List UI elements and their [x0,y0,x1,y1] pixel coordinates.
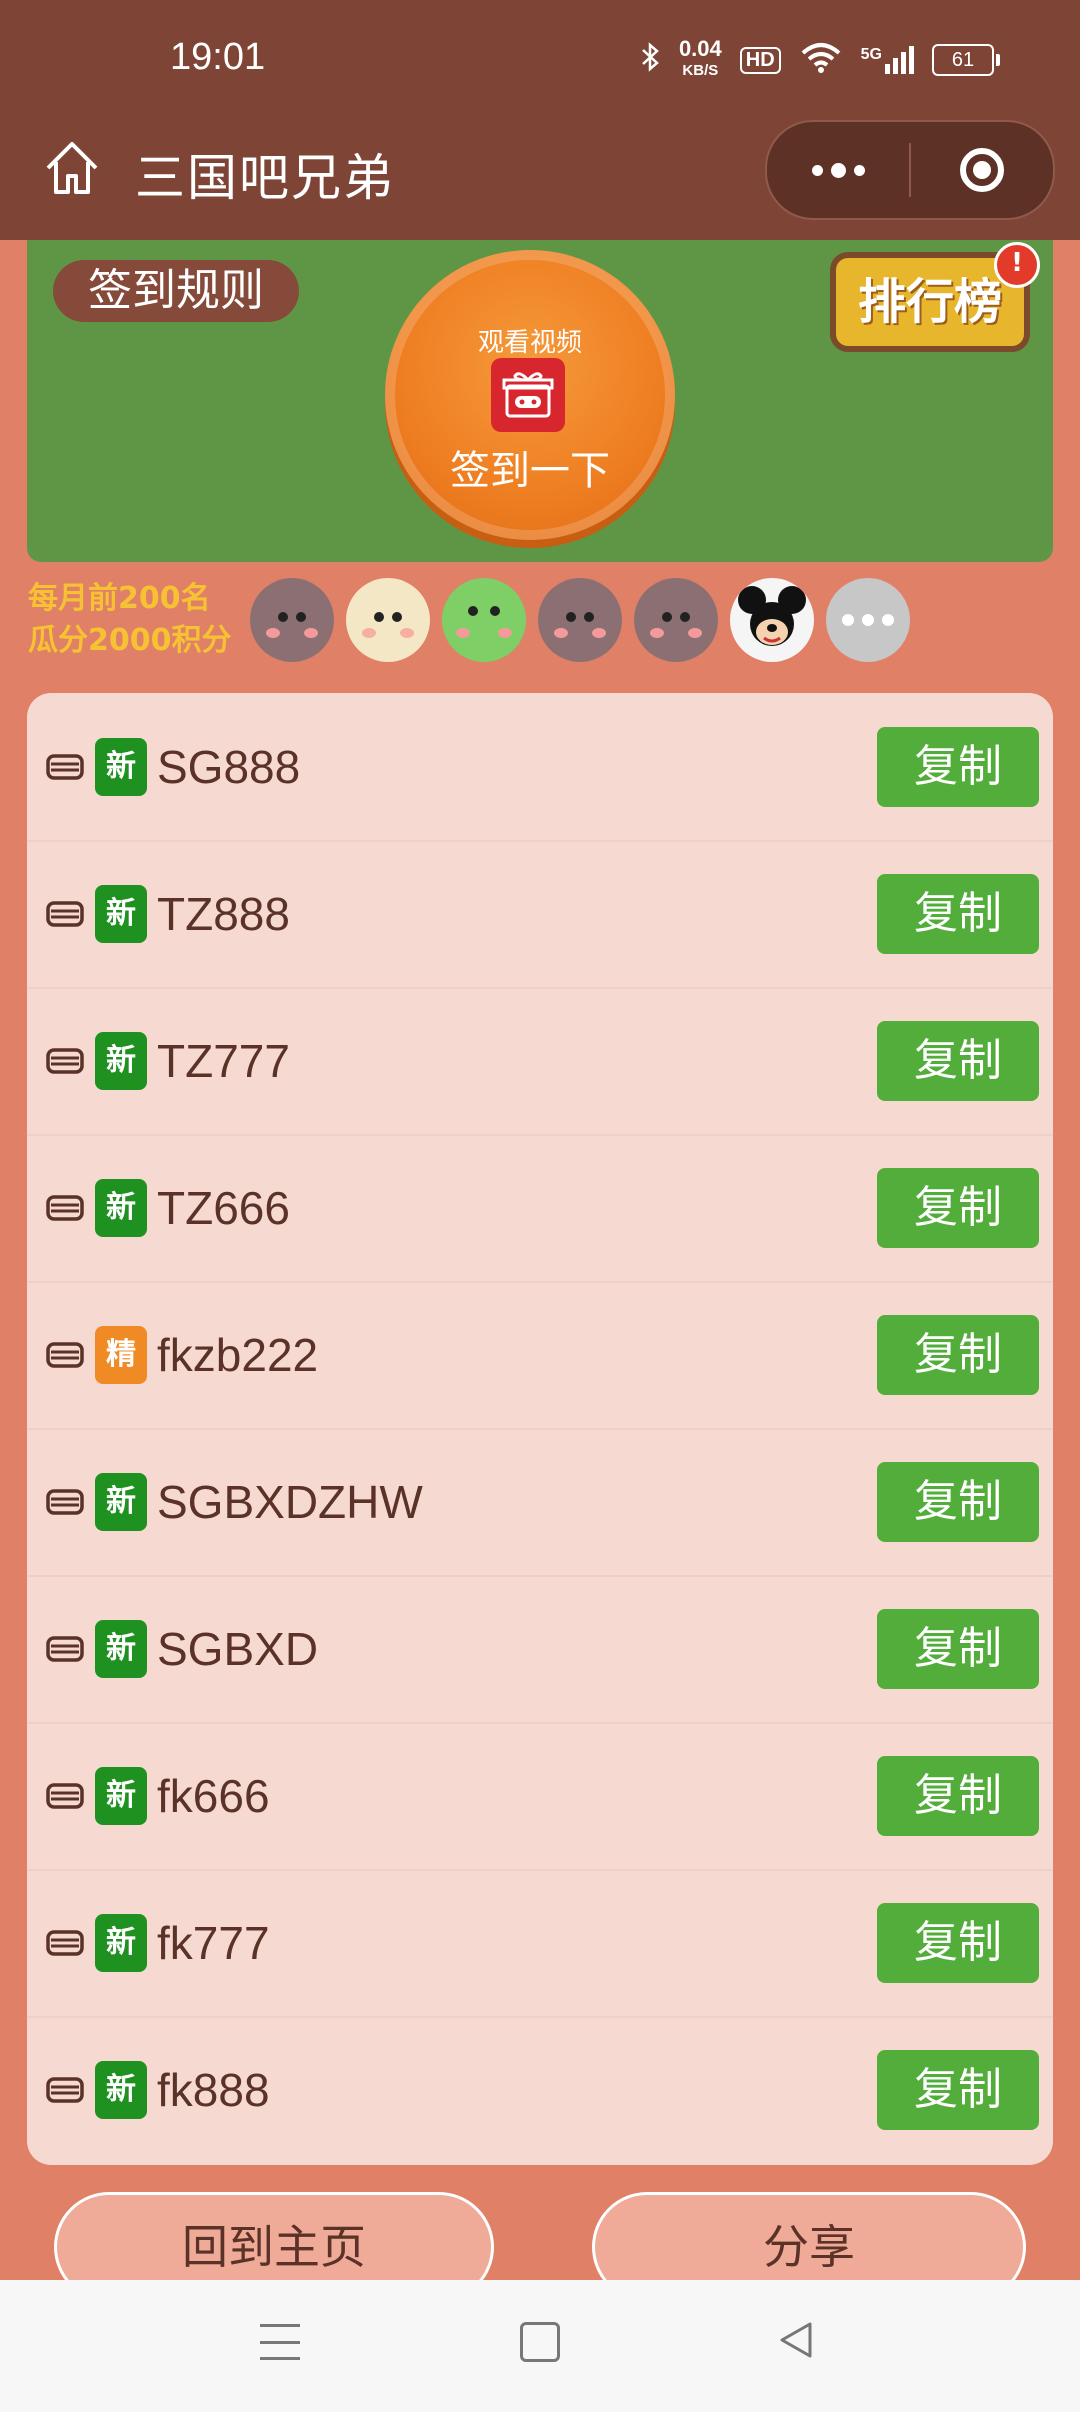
gift-code: TZ777 [157,1034,290,1087]
back-icon[interactable] [776,2320,816,2360]
new-badge: 新 [95,884,147,943]
frog-avatar[interactable] [442,578,526,662]
ticket-icon [45,1046,85,1076]
hd-badge: HD [739,46,781,74]
checkin-subtitle: 观看视频 [477,328,582,358]
gift-code: fk888 [157,2063,270,2116]
bear-avatar[interactable] [634,578,718,662]
code-row: 新 fk888 复制 [27,2016,1053,2163]
more-options-button[interactable] [767,122,909,218]
code-row: 新 fk777 复制 [27,1869,1053,2018]
new-badge: 新 [95,737,147,796]
copy-button[interactable]: 复制 [877,1167,1039,1248]
bluetooth-icon [639,41,661,80]
home-square-icon[interactable] [520,2322,560,2362]
mouse-avatar[interactable] [730,578,814,662]
copy-button[interactable]: 复制 [877,1314,1039,1395]
bear-cream-avatar[interactable] [346,578,430,662]
code-row: 新 TZ666 复制 [27,1134,1053,1283]
new-badge: 新 [95,1178,147,1237]
network-speed: 0.04 KB/S [679,38,722,82]
new-badge: 新 [95,1619,147,1678]
battery-level: 61 [932,44,994,76]
bear-avatar[interactable] [538,578,622,662]
top-bar: 19:01 0.04 KB/S HD 5G 61 三国吧兄弟 [0,0,1080,240]
network-speed-value: 0.04 [678,36,722,61]
ticket-icon [45,899,85,929]
checkin-label: 签到一下 [450,448,610,494]
wifi-icon [799,41,843,80]
ticket-icon [45,752,85,782]
promo-line-2: 瓜分2000积分 [28,623,232,658]
network-speed-unit: KB/S [682,62,719,79]
ticket-icon [45,1487,85,1517]
ticket-icon [45,1193,85,1223]
battery-icon: 61 [932,44,1000,76]
featured-badge: 精 [95,1325,147,1384]
copy-button[interactable]: 复制 [877,2049,1039,2130]
gift-code: SG888 [157,740,301,793]
gift-code: SGBXDZHW [157,1475,423,1528]
target-icon [960,148,1004,192]
leaderboard-label: 排行榜 [857,274,1002,330]
page-title: 三国吧兄弟 [135,149,395,207]
points-promo: 每月前200名 瓜分2000积分 [28,578,232,662]
copy-button[interactable]: 复制 [877,1755,1039,1836]
code-row: 新 fk666 复制 [27,1722,1053,1871]
system-nav-bar [0,2280,1080,2412]
code-row: 新 TZ777 复制 [27,987,1053,1136]
ranking-avatars [250,578,910,662]
copy-button[interactable]: 复制 [877,1608,1039,1689]
copy-button[interactable]: 复制 [877,873,1039,954]
copy-button[interactable]: 复制 [877,1461,1039,1542]
code-row: 新 SGBXD 复制 [27,1575,1053,1724]
status-time: 19:01 [170,36,266,78]
mini-program-capsule [765,120,1055,220]
copy-button[interactable]: 复制 [877,1902,1039,1983]
copy-button[interactable]: 复制 [877,1020,1039,1101]
signal-type-label: 5G [860,46,882,63]
ticket-icon [45,2075,85,2105]
checkin-banner: 签到规则 观看视频 签到一下 排行榜 ! [27,240,1053,562]
new-badge: 新 [95,1913,147,1972]
gift-game-icon [491,358,565,432]
code-row: 新 SG888 复制 [27,693,1053,842]
copy-button[interactable]: 复制 [877,726,1039,807]
ticket-icon [45,1781,85,1811]
home-icon[interactable] [40,136,104,200]
gift-code: TZ888 [157,887,290,940]
bear-avatar[interactable] [250,578,334,662]
code-list: 新 SG888 复制新 TZ888 复制新 TZ777 复制新 TZ666 复制精 fkzb222… [27,693,1053,2165]
gift-code: fk666 [157,1769,270,1822]
code-row: 精 fkzb222 复制 [27,1281,1053,1430]
code-row: 新 SGBXDZHW 复制 [27,1428,1053,1577]
alert-badge: ! [994,242,1040,288]
new-badge: 新 [95,2060,147,2119]
new-badge: 新 [95,1031,147,1090]
promo-line-1: 每月前200名 [28,581,211,616]
close-mini-program-button[interactable] [911,148,1053,192]
gift-code: TZ666 [157,1181,290,1234]
code-row: 新 TZ888 复制 [27,840,1053,989]
checkin-button[interactable]: 观看视频 签到一下 [385,250,675,540]
new-badge: 新 [95,1472,147,1531]
leaderboard-button[interactable]: 排行榜 ! [830,242,1040,352]
gift-code: fk777 [157,1916,270,1969]
ticket-icon [45,1634,85,1664]
checkin-rules-button[interactable]: 签到规则 [53,260,299,322]
gift-code: SGBXD [157,1622,319,1675]
new-badge: 新 [95,1766,147,1825]
ticket-icon [45,1928,85,1958]
menu-icon[interactable] [260,2324,300,2360]
gift-code: fkzb222 [157,1328,319,1381]
more-avatars-button[interactable] [826,578,910,662]
ticket-icon [45,1340,85,1370]
cellular-signal-icon: 5G [861,46,914,74]
status-icons: 0.04 KB/S HD 5G 61 [639,38,1000,82]
